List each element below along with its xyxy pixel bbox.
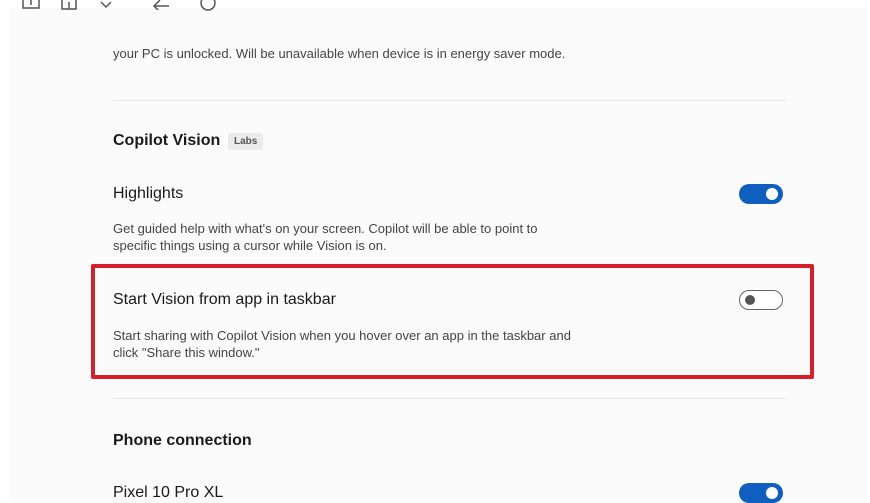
energy-saver-description: your PC is unlocked. Will be unavailable… — [113, 46, 566, 61]
start-vision-title: Start Vision from app in taskbar — [113, 291, 336, 308]
highlights-description-line1: Get guided help with what's on your scre… — [113, 221, 538, 236]
toggle-knob — [766, 188, 778, 200]
settings-panel — [10, 8, 868, 502]
refresh-icon[interactable] — [199, 0, 217, 16]
device-toggle[interactable] — [739, 483, 783, 503]
section-title-phone-connection: Phone connection — [113, 432, 252, 449]
home-icon[interactable] — [60, 0, 78, 14]
back-arrow-icon[interactable] — [152, 0, 170, 14]
highlights-toggle[interactable] — [739, 184, 783, 204]
chevron-down-icon[interactable] — [99, 0, 113, 14]
toggle-knob — [745, 295, 755, 305]
section-title-copilot-vision: Copilot Vision — [113, 132, 221, 149]
start-vision-description-line2: click "Share this window." — [113, 345, 260, 360]
toggle-knob — [766, 487, 778, 499]
labs-badge: Labs — [228, 133, 264, 150]
highlights-title: Highlights — [113, 185, 184, 202]
device-title: Pixel 10 Pro XL — [113, 484, 224, 501]
app-icon[interactable] — [22, 0, 40, 14]
highlights-description-line2: specific things using a cursor while Vis… — [113, 238, 387, 253]
start-vision-description-line1: Start sharing with Copilot Vision when y… — [113, 328, 571, 343]
start-vision-toggle[interactable] — [739, 290, 783, 310]
divider — [113, 398, 785, 399]
red-highlight-annotation — [91, 264, 814, 379]
divider — [113, 100, 785, 101]
top-toolbar — [0, 0, 870, 20]
